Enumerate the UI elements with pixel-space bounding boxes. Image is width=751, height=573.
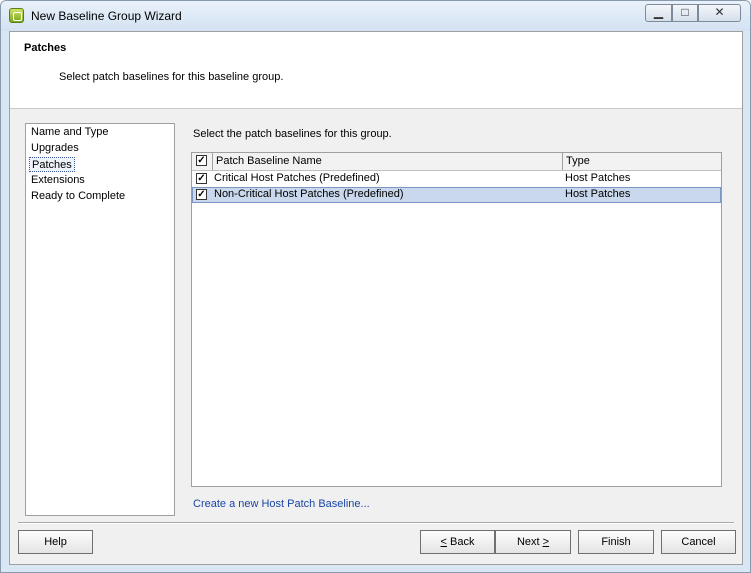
close-button[interactable]: ✕ bbox=[698, 4, 741, 22]
next-label-text: Next bbox=[516, 536, 543, 548]
footer-divider bbox=[18, 522, 734, 524]
next-button[interactable]: Next > bbox=[495, 530, 571, 554]
row-checkbox[interactable]: ✓ bbox=[196, 173, 207, 184]
column-separator[interactable] bbox=[562, 153, 563, 170]
title-bar[interactable]: New Baseline Group Wizard ▁ □ ✕ bbox=[1, 1, 750, 31]
page-subtitle: Select patch baselines for this baseline… bbox=[59, 71, 284, 83]
step-extensions[interactable]: Extensions bbox=[29, 173, 87, 188]
back-label-text: Back bbox=[446, 536, 475, 548]
window-title: New Baseline Group Wizard bbox=[31, 9, 182, 23]
wizard-content: Patches Select patch baselines for this … bbox=[9, 31, 743, 565]
select-all-checkbox[interactable]: ✓ bbox=[196, 155, 207, 166]
column-separator[interactable] bbox=[212, 153, 213, 170]
baseline-type-cell: Host Patches bbox=[565, 188, 631, 200]
finish-button[interactable]: Finish bbox=[578, 530, 654, 554]
step-ready-to-complete[interactable]: Ready to Complete bbox=[29, 189, 127, 204]
vsphere-update-manager-icon bbox=[9, 8, 24, 23]
cancel-button[interactable]: Cancel bbox=[661, 530, 736, 554]
step-patches[interactable]: Patches bbox=[29, 157, 75, 172]
step-upgrades[interactable]: Upgrades bbox=[29, 141, 81, 156]
baseline-name-cell: Critical Host Patches (Predefined) bbox=[214, 172, 380, 184]
table-row[interactable]: ✓ Non-Critical Host Patches (Predefined)… bbox=[192, 187, 721, 203]
table-row[interactable]: ✓ Critical Host Patches (Predefined) Hos… bbox=[192, 171, 721, 187]
instruction-text: Select the patch baselines for this grou… bbox=[193, 128, 392, 140]
column-header-name[interactable]: Patch Baseline Name bbox=[216, 155, 322, 167]
create-baseline-link[interactable]: Create a new Host Patch Baseline... bbox=[193, 498, 370, 510]
step-name-and-type[interactable]: Name and Type bbox=[29, 125, 110, 140]
grid-header: ✓ Patch Baseline Name Type bbox=[192, 153, 721, 171]
maximize-button[interactable]: □ bbox=[672, 4, 698, 22]
page-title: Patches bbox=[24, 42, 67, 54]
minimize-button[interactable]: ▁ bbox=[645, 4, 672, 22]
column-header-type[interactable]: Type bbox=[566, 155, 590, 167]
baseline-type-cell: Host Patches bbox=[565, 172, 631, 184]
wizard-window: New Baseline Group Wizard ▁ □ ✕ Patches … bbox=[0, 0, 751, 573]
wizard-steps-list: Name and Type Upgrades Patches Extension… bbox=[25, 123, 175, 516]
help-button[interactable]: Help bbox=[18, 530, 93, 554]
next-access-key: > bbox=[542, 536, 550, 548]
wizard-header: Patches Select patch baselines for this … bbox=[10, 32, 742, 109]
baseline-name-cell: Non-Critical Host Patches (Predefined) bbox=[214, 188, 404, 200]
back-button[interactable]: < Back bbox=[420, 530, 495, 554]
row-checkbox[interactable]: ✓ bbox=[196, 189, 207, 200]
baseline-grid[interactable]: ✓ Patch Baseline Name Type ✓ Critical Ho… bbox=[191, 152, 722, 487]
